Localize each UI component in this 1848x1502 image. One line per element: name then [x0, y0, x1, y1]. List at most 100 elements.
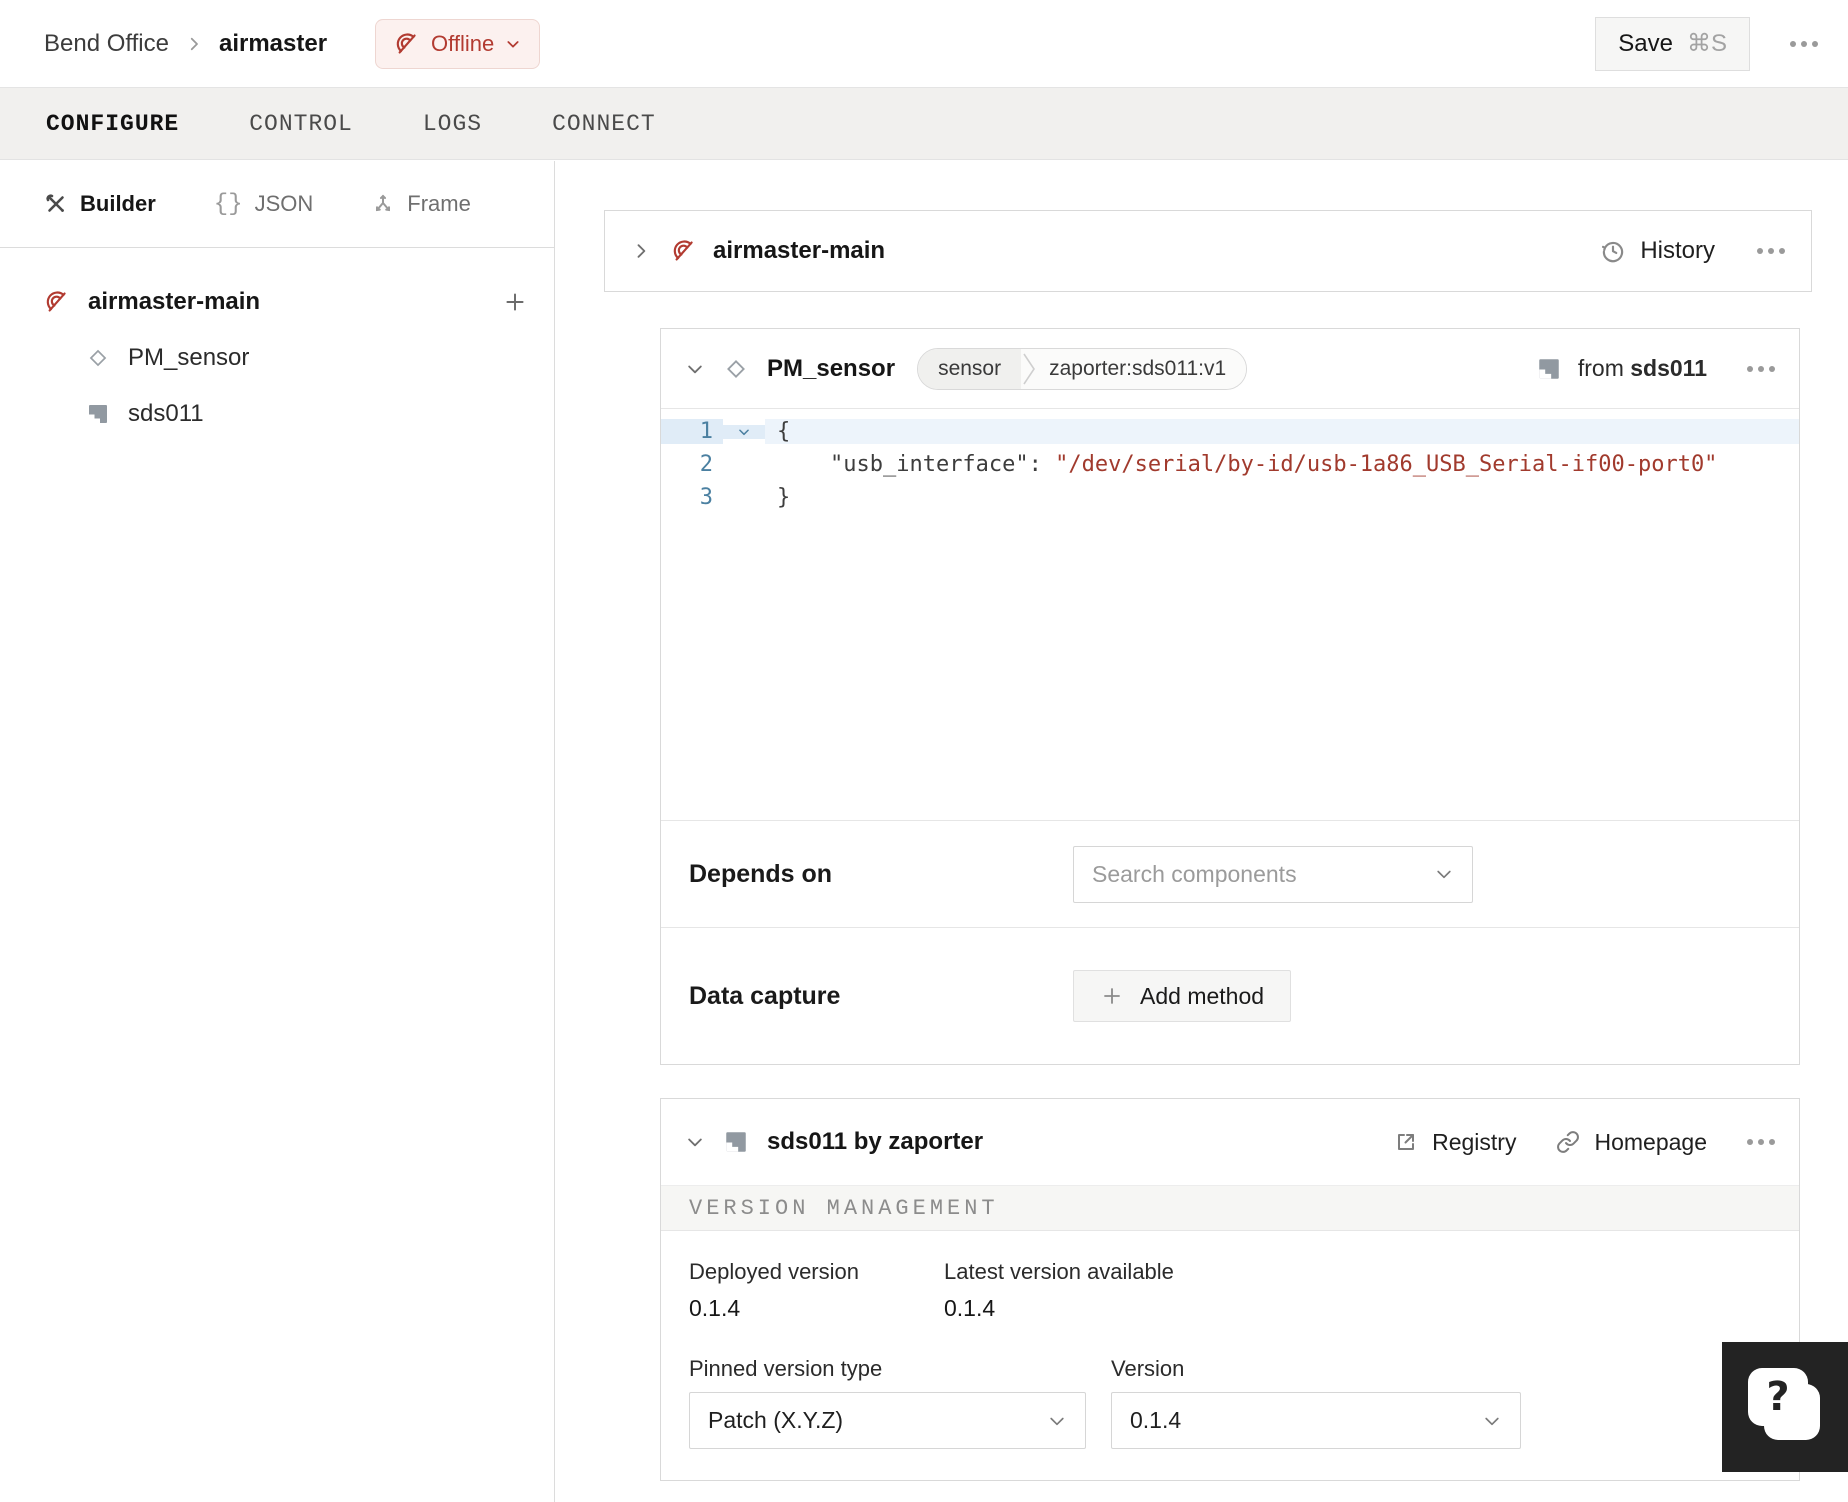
- chevron-right-icon[interactable]: [631, 241, 651, 261]
- pinned-version-type-value: Patch (X.Y.Z): [708, 1407, 844, 1433]
- depends-on-label: Depends on: [689, 859, 833, 888]
- latest-version-value: 0.1.4: [944, 1295, 996, 1321]
- external-link-icon: [1394, 1130, 1418, 1154]
- component-diamond-icon: [86, 346, 110, 370]
- attributes-code-editor[interactable]: 1 { 2 "usb_interface": "/dev/serial/by-i…: [661, 409, 1799, 820]
- view-tab-builder[interactable]: Builder: [44, 191, 156, 217]
- top-bar: Bend Office airmaster Offline Save ⌘S: [0, 0, 1848, 88]
- view-tab-frame[interactable]: Frame: [371, 191, 471, 217]
- breadcrumb-chevron-icon: [185, 35, 203, 53]
- chevron-down-icon: [1047, 1411, 1067, 1431]
- machine-part-card: airmaster-main History: [604, 210, 1812, 292]
- save-shortcut: ⌘S: [1686, 30, 1727, 57]
- breadcrumb-org[interactable]: Bend Office: [44, 30, 169, 58]
- view-mode-tabs: Builder {} JSON Frame: [0, 161, 554, 248]
- history-label: History: [1640, 237, 1715, 264]
- badge-divider-icon: [1021, 348, 1038, 389]
- link-icon: [1556, 1130, 1580, 1154]
- more-options-icon[interactable]: [1747, 1139, 1775, 1145]
- help-chat-bubble-icon: ?: [1748, 1368, 1808, 1426]
- code-line: 3 }: [661, 481, 1799, 514]
- pin-selects-row: Patch (X.Y.Z) 0.1.4: [689, 1392, 1771, 1449]
- chevron-down-icon: [1434, 864, 1454, 884]
- component-type-badge: sensor: [918, 348, 1022, 389]
- version-value: 0.1.4: [1130, 1407, 1182, 1433]
- tab-control[interactable]: CONTROL: [249, 111, 353, 137]
- pin-labels-row: Pinned version type Version: [689, 1356, 1771, 1382]
- view-tab-label: JSON: [254, 191, 314, 216]
- history-clock-icon: [1600, 238, 1626, 264]
- more-options-icon[interactable]: [1757, 248, 1785, 254]
- registry-link[interactable]: Registry: [1394, 1129, 1516, 1156]
- component-diamond-icon: [723, 356, 749, 382]
- history-button[interactable]: History: [1600, 237, 1715, 265]
- deployed-version-label: Deployed version: [689, 1259, 859, 1284]
- component-model-badge: sensor zaporter:sds011:v1: [917, 347, 1248, 390]
- depends-on-placeholder: Search components: [1092, 860, 1297, 887]
- machine-part-actions: History: [1600, 237, 1785, 265]
- deployed-version-value: 0.1.4: [689, 1295, 741, 1321]
- config-sidebar: Builder {} JSON Frame airmaster-main PM_…: [0, 161, 555, 1502]
- code-line: 1 {: [661, 415, 1799, 448]
- component-model-id: zaporter:sds011:v1: [1037, 348, 1247, 389]
- module-title: sds011 by zaporter: [767, 1128, 984, 1155]
- version-values-row: 0.1.4 0.1.4: [689, 1295, 1771, 1322]
- top-bar-actions: Save ⌘S: [1595, 16, 1818, 71]
- save-button[interactable]: Save ⌘S: [1595, 16, 1750, 71]
- fold-chevron-icon[interactable]: [723, 424, 765, 439]
- more-options-icon[interactable]: [1790, 40, 1818, 47]
- add-method-label: Add method: [1140, 982, 1265, 1009]
- version-select[interactable]: 0.1.4: [1111, 1392, 1521, 1449]
- tree-item-label: airmaster-main: [88, 288, 261, 315]
- view-tab-json[interactable]: {} JSON: [214, 191, 314, 218]
- add-component-icon[interactable]: [502, 289, 528, 315]
- tree-item-machine[interactable]: airmaster-main: [0, 274, 554, 330]
- chevron-down-icon[interactable]: [685, 1132, 705, 1152]
- pinned-version-type-select[interactable]: Patch (X.Y.Z): [689, 1392, 1086, 1449]
- more-options-icon[interactable]: [1747, 365, 1775, 372]
- add-method-button[interactable]: Add method: [1073, 970, 1292, 1022]
- code-text: {: [765, 419, 1799, 444]
- app-window: Bend Office airmaster Offline Save ⌘S CO…: [0, 0, 1848, 1502]
- component-header-right: from sds011: [1536, 355, 1775, 382]
- module-icon: [86, 402, 110, 426]
- component-title: PM_sensor: [767, 354, 896, 382]
- machine-status-dropdown[interactable]: Offline: [375, 18, 541, 69]
- frame-axes-icon: [371, 192, 395, 216]
- chevron-down-icon[interactable]: [685, 359, 705, 379]
- offline-wifi-icon: [44, 289, 70, 315]
- code-text: "usb_interface": "/dev/serial/by-id/usb-…: [829, 452, 1718, 477]
- homepage-link[interactable]: Homepage: [1556, 1129, 1707, 1156]
- tab-configure[interactable]: CONFIGURE: [46, 111, 179, 137]
- view-tab-label: Builder: [80, 191, 156, 216]
- offline-wifi-icon: [394, 31, 420, 57]
- latest-version-label: Latest version available: [944, 1259, 1174, 1284]
- version-management-body: Deployed version Latest version availabl…: [661, 1231, 1799, 1449]
- tab-logs[interactable]: LOGS: [423, 111, 482, 137]
- chevron-down-icon: [505, 36, 521, 52]
- tab-connect[interactable]: CONNECT: [552, 111, 656, 137]
- data-capture-label: Data capture: [689, 981, 841, 1010]
- help-button[interactable]: ?: [1722, 1342, 1848, 1472]
- module-icon: [1536, 356, 1562, 382]
- homepage-label: Homepage: [1594, 1128, 1707, 1155]
- module-card-header: sds011 by zaporter Registry Homepage: [661, 1099, 1799, 1186]
- from-module-name: sds011: [1630, 355, 1707, 381]
- braces-icon: {}: [213, 190, 243, 218]
- code-line: 2 "usb_interface": "/dev/serial/by-id/us…: [661, 448, 1799, 481]
- component-tree: airmaster-main PM_sensor sds011: [0, 248, 554, 442]
- config-main-panel: airmaster-main History PM_sensor sensor …: [556, 161, 1848, 1502]
- tree-item-sds011[interactable]: sds011: [0, 386, 554, 442]
- tree-item-pm-sensor[interactable]: PM_sensor: [0, 330, 554, 386]
- module-header-actions: Registry Homepage: [1394, 1129, 1775, 1156]
- depends-on-select[interactable]: Search components: [1073, 845, 1473, 903]
- offline-wifi-icon: [671, 238, 697, 264]
- code-text: }: [777, 485, 791, 510]
- breadcrumb-machine[interactable]: airmaster: [219, 30, 327, 58]
- depends-on-section: Depends on Search components: [661, 820, 1799, 927]
- sds011-module-card: sds011 by zaporter Registry Homepage VER…: [660, 1098, 1800, 1481]
- pinned-version-type-label: Pinned version type: [689, 1356, 883, 1381]
- line-number: 3: [699, 485, 713, 510]
- pm-sensor-card-header: PM_sensor sensor zaporter:sds011:v1 from…: [661, 329, 1799, 409]
- version-labels-row: Deployed version Latest version availabl…: [689, 1259, 1771, 1285]
